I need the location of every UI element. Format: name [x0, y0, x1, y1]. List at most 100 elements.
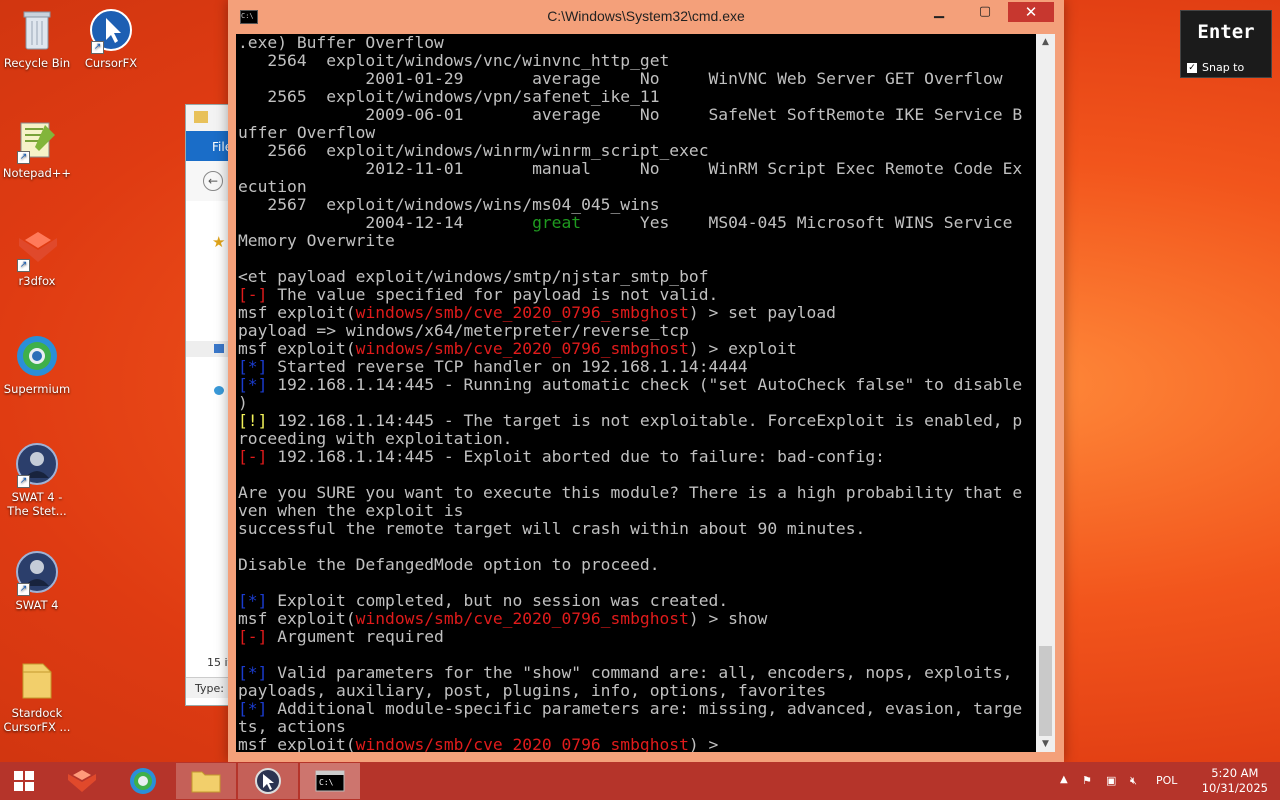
snap-to-label: Snap to: [1202, 61, 1245, 74]
desktop-icon-label: r3dfox: [18, 274, 56, 288]
supermium-icon: [15, 334, 59, 378]
desktop-icon-label: CursorFX: [84, 56, 138, 70]
terminal-line: 2009-06-01 average No SafeNet SoftRemote…: [238, 105, 1023, 124]
terminal-line: [*] Valid parameters for the "show" comm…: [238, 663, 1013, 682]
terminal-line: [-] Argument required: [238, 627, 444, 646]
cmd-icon: C:\: [315, 770, 345, 792]
minimize-button[interactable]: ▁: [924, 2, 954, 22]
terminal-line: ecution: [238, 177, 307, 196]
key-label: Enter: [1197, 21, 1255, 43]
taskbar-r3dfox[interactable]: [52, 763, 112, 799]
explorer-nav-bar: ←: [186, 161, 232, 201]
tray-expand-icon[interactable]: ▲: [1060, 774, 1068, 785]
explorer-file-tab[interactable]: File: [186, 131, 232, 161]
terminal-line: successful the remote target will crash …: [238, 519, 866, 538]
taskbar-cmd[interactable]: C:\: [300, 763, 360, 799]
desktop-icon-recycle-bin[interactable]: Recycle Bin: [2, 8, 72, 70]
terminal-line: ): [238, 393, 248, 412]
vertical-scrollbar[interactable]: ▲ ▼: [1036, 34, 1055, 752]
terminal-line: 2567 exploit/windows/wins/ms04_045_wins: [238, 195, 660, 214]
desktop-icon-supermium[interactable]: Supermium: [2, 334, 72, 396]
network-icon[interactable]: ▣: [1106, 774, 1116, 787]
terminal-line: [-] The value specified for payload is n…: [238, 285, 719, 304]
action-center-flag-icon[interactable]: ⚑: [1082, 774, 1092, 787]
terminal-line: <et payload exploit/windows/smtp/njstar_…: [238, 267, 709, 286]
folder-icon: [191, 771, 221, 793]
desktop-icon-r3dfox[interactable]: ↗ r3dfox: [2, 226, 72, 288]
terminal-line: [*] Additional module-specific parameter…: [238, 699, 1023, 718]
desktop-icon-swat4-stetchkov[interactable]: ↗ SWAT 4 - The Stet...: [2, 442, 72, 518]
terminal-output[interactable]: .exe) Buffer Overflow 2564 exploit/windo…: [236, 34, 1036, 752]
clock-date: 10/31/2025: [1201, 781, 1268, 795]
explorer-window[interactable]: File ← ★ 15 it Type:: [185, 104, 233, 706]
type-label: Type:: [195, 682, 224, 695]
explorer-type-field: Type:: [186, 677, 232, 698]
language-indicator[interactable]: POL: [1156, 774, 1177, 787]
explorer-titlebar: [186, 105, 232, 131]
network-icon: [214, 386, 224, 395]
swat4-icon: ↗: [15, 442, 59, 488]
clock-time: 5:20 AM: [1211, 766, 1259, 780]
notepad-plus-plus-icon: ↗: [15, 118, 59, 164]
r3dfox-icon: [68, 770, 96, 792]
desktop-icon-label: Notepad++: [2, 166, 72, 180]
desktop-icon-label: Recycle Bin: [3, 56, 71, 70]
taskbar-clock[interactable]: 5:20 AM 10/31/2025: [1202, 766, 1268, 796]
taskbar-file-explorer[interactable]: [176, 763, 236, 799]
taskbar-supermium[interactable]: [113, 763, 173, 799]
shortcut-arrow-icon: ↗: [17, 259, 30, 272]
explorer-favorites[interactable]: ★: [186, 231, 232, 251]
terminal-line: 2564 exploit/windows/vnc/winvnc_http_get: [238, 51, 670, 70]
terminal-line: .exe) Buffer Overflow: [238, 34, 444, 52]
close-icon: ✕: [1024, 3, 1038, 21]
terminal-line: Are you SURE you want to execute this mo…: [238, 483, 1023, 502]
back-arrow-icon[interactable]: ←: [203, 171, 223, 191]
start-button[interactable]: [0, 763, 48, 799]
checkmark-icon: ✓: [1187, 62, 1197, 73]
taskbar-cursorfx[interactable]: [238, 763, 298, 799]
scroll-down-arrow-icon[interactable]: ▼: [1036, 736, 1055, 752]
desktop-icon-label: Stardock CursorFX ...: [3, 706, 71, 734]
recycle-bin-icon: [15, 8, 59, 52]
scroll-up-arrow-icon[interactable]: ▲: [1036, 34, 1055, 50]
shortcut-arrow-icon: ↗: [91, 41, 104, 54]
terminal-line: msf exploit(windows/smb/cve_2020_0796_sm…: [238, 735, 729, 753]
desktop-icon-label: Supermium: [3, 382, 71, 396]
computer-icon: [214, 344, 224, 353]
terminal-line: ven when the exploit is: [238, 501, 464, 520]
snap-to-checkbox[interactable]: ✓ Snap to: [1187, 61, 1244, 74]
volume-muted-icon[interactable]: 🔇︎: [1130, 774, 1137, 788]
key-overlay: Enter ✓ Snap to: [1180, 10, 1272, 78]
cmd-titlebar[interactable]: C:\ C:\Windows\System32\cmd.exe ▁ ▢ ✕: [228, 0, 1064, 32]
desktop-icon-swat4[interactable]: ↗ SWAT 4: [2, 550, 72, 612]
terminal-line: 2565 exploit/windows/vpn/safenet_ike_11: [238, 87, 660, 106]
desktop-icon-cursorfx[interactable]: ↗ CursorFX: [76, 8, 146, 70]
star-icon: ★: [212, 233, 226, 251]
r3dfox-icon: ↗: [15, 226, 59, 272]
explorer-nav-item[interactable]: [186, 383, 232, 399]
terminal-line: [*] 192.168.1.14:445 - Running automatic…: [238, 375, 1023, 394]
shortcut-arrow-icon: ↗: [17, 475, 30, 488]
terminal-line: 2001-01-29 average No WinVNC Web Server …: [238, 69, 1003, 88]
terminal-text: .exe) Buffer Overflow 2564 exploit/windo…: [236, 34, 1036, 752]
taskbar: C:\ ▲ ⚑ ▣ 🔇︎ POL 5:20 AM 10/31/2025: [0, 762, 1280, 800]
terminal-line: uffer Overflow: [238, 123, 376, 142]
close-button[interactable]: ✕: [1008, 2, 1054, 22]
svg-text:C:\: C:\: [319, 778, 334, 787]
scrollbar-thumb[interactable]: [1039, 646, 1052, 736]
windows-logo-icon: [14, 771, 34, 791]
terminal-line: Disable the DefangedMode option to proce…: [238, 555, 660, 574]
terminal-line: msf exploit(windows/smb/cve_2020_0796_sm…: [238, 339, 797, 358]
terminal-line: ts, actions: [238, 717, 346, 736]
terminal-line: msf exploit(windows/smb/cve_2020_0796_sm…: [238, 609, 768, 628]
explorer-nav-item[interactable]: [186, 341, 232, 357]
terminal-line: 2004-12-14 great Yes MS04-045 Microsoft …: [238, 213, 1013, 232]
terminal-line: payload => windows/x64/meterpreter/rever…: [238, 321, 689, 340]
cmd-window[interactable]: C:\ C:\Windows\System32\cmd.exe ▁ ▢ ✕ .e…: [228, 0, 1064, 762]
desktop-icon-notepad-plus-plus[interactable]: ↗ Notepad++: [2, 118, 72, 180]
terminal-line: 2012-11-01 manual No WinRM Script Exec R…: [238, 159, 1023, 178]
desktop-icon-stardock-cursorfx[interactable]: Stardock CursorFX ...: [2, 658, 72, 734]
swat4-icon: ↗: [15, 550, 59, 596]
maximize-button[interactable]: ▢: [970, 2, 1000, 22]
desktop-icon-label: SWAT 4: [15, 598, 59, 612]
